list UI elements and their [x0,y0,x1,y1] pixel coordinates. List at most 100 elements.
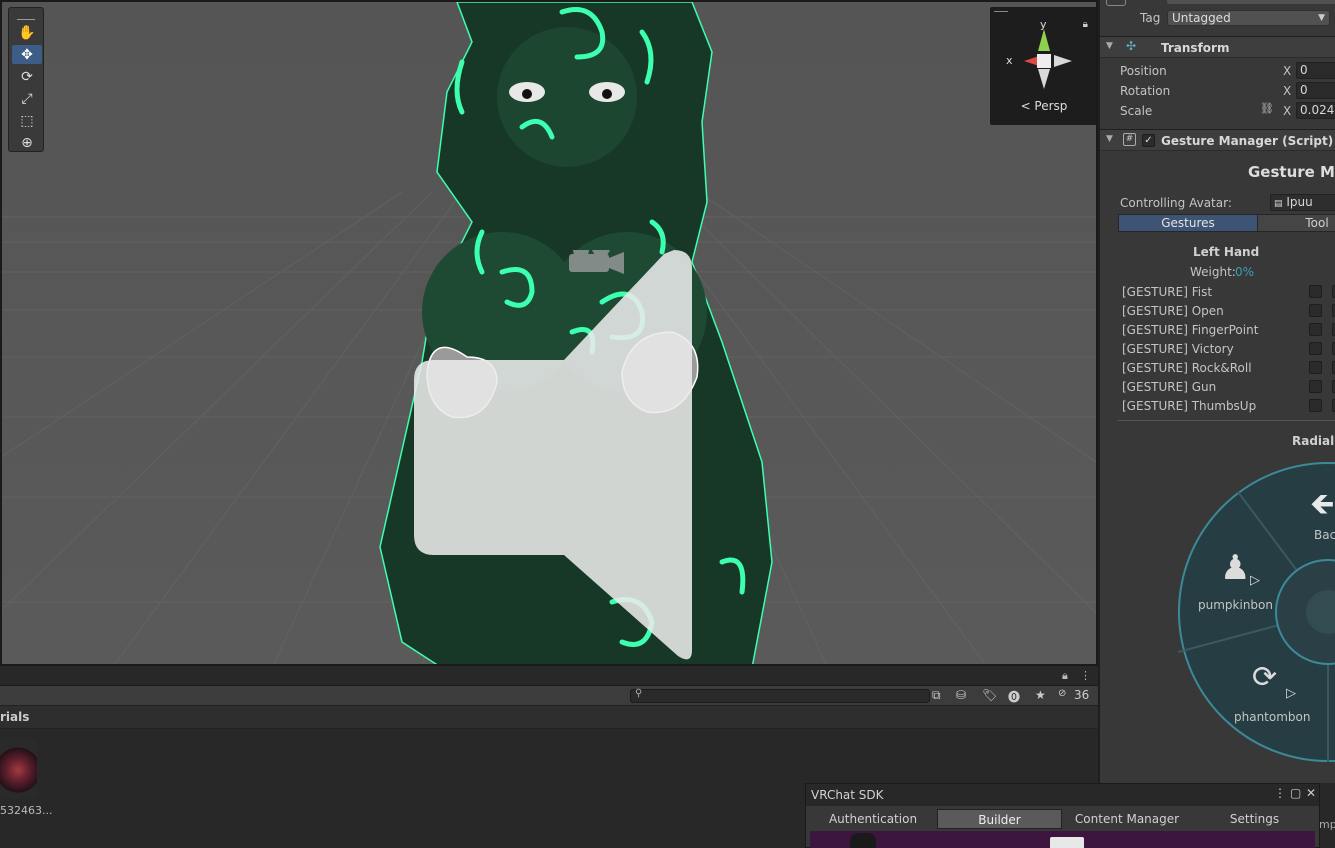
move-tool-button[interactable]: ✥ [12,45,42,64]
maximize-icon[interactable]: ▢ [1290,786,1301,800]
rotation-label: Rotation [1120,84,1171,98]
asset-label: 532463... [0,804,53,817]
log-type-icon[interactable]: ⓿ [1008,688,1020,705]
axis-gizmo-icon[interactable]: y x [990,7,1098,99]
radial-menu-heading: Radial M [1292,434,1335,448]
scene-view[interactable]: ✋ ✥ ⟳ ⤢ ⬚ ⊕ 🔒︎ y x < Persp [0,0,1098,666]
gesture-checkbox[interactable] [1309,285,1322,298]
inspector-panel: Tag Untagged ▼ ▼ ✣ Transform Position X … [1098,0,1335,783]
hidden-count: 36 [1074,688,1090,702]
gesture-label: [GESTURE] Fist [1122,285,1213,299]
rect-tool-button[interactable]: ⬚ [12,111,42,130]
hand-icon: ✋ [18,24,36,41]
chevron-down-icon: ▼ [1318,13,1325,23]
search-icon: ⚲ [635,688,643,699]
gesture-checkbox[interactable] [1309,323,1322,336]
hidden-packages-icon[interactable]: ⊘ [1058,688,1066,699]
gesture-checkbox[interactable] [1309,304,1322,317]
filter-by-label-icon[interactable]: 🏷︎ [982,688,997,702]
gesture-label: [GESTURE] FingerPoint [1122,323,1259,337]
scale-x-field[interactable]: 0.0242 [1296,102,1335,119]
sdk-banner-image [810,831,1315,848]
radial-item-phantombon[interactable]: phantombon [1234,710,1310,724]
tag-dropdown[interactable]: Untagged ▼ [1167,10,1330,26]
rotation-x-field[interactable]: 0 [1296,82,1335,99]
tab-content-manager[interactable]: Content Manager [1062,809,1192,829]
gameobject-icon [1106,0,1126,6]
position-x-field[interactable]: 0 [1296,62,1335,79]
more-options-icon[interactable]: ⋮ [1274,786,1286,800]
gesture-checkbox[interactable] [1309,380,1322,393]
left-hand-heading: Left Hand [1193,245,1260,259]
weight-value: 0% [1235,265,1255,279]
rotate-icon: ⟳ [21,68,33,85]
tab-authentication[interactable]: Authentication [809,809,937,829]
controlling-avatar-field[interactable]: ▤ Ipuu Bun [1270,194,1335,226]
layer-dropdown[interactable] [1167,0,1335,4]
foldout-arrow-icon[interactable]: ▼ [1106,41,1113,51]
tag-value: Untagged [1172,11,1231,25]
tab-tools[interactable]: Tool [1257,214,1335,232]
foldout-arrow-icon[interactable]: ▼ [1106,134,1113,144]
rect-icon: ⬚ [20,112,34,129]
tab-settings[interactable]: Settings [1192,809,1317,829]
toolbar-grip[interactable] [17,10,35,20]
radial-back-label: Bac [1314,528,1335,542]
gesture-checkbox[interactable] [1309,342,1322,355]
person-icon[interactable]: ♟︎ [1220,548,1250,588]
divider [1118,420,1335,421]
vrchat-sdk-window: VRChat SDK ⋮ ▢ ✕ Authentication Builder … [805,783,1335,848]
component-enabled-checkbox[interactable]: ✓ [1142,134,1155,147]
tag-label: Tag [1140,11,1161,25]
gesture-checkbox[interactable] [1309,399,1322,412]
gesture-label: [GESTURE] Rock&Roll [1122,361,1252,375]
cycle-icon[interactable]: ⟳ [1252,660,1277,695]
script-icon: # [1123,133,1136,146]
controlling-avatar-label: Controlling Avatar: [1120,196,1232,210]
transform-icon: ⊕ [21,134,33,151]
gesture-label: [GESTURE] ThumbsUp [1122,399,1257,413]
hand-tool-button[interactable]: ✋ [12,23,42,42]
favorites-icon[interactable]: ★ [1035,688,1046,702]
sdk-tabs: Authentication Builder Content Manager S… [809,809,1319,829]
sdk-side-text: mp [1319,818,1335,831]
project-toolbar: ⚲ ⧉ ⛁ 🏷︎ ⓿ ★ ⊘ 36 [0,686,1098,706]
gesture-label: [GESTURE] Gun [1122,380,1217,394]
move-icon: ✥ [21,46,33,63]
lock-icon[interactable]: 🔒︎ [1062,669,1068,683]
sdk-window-title: VRChat SDK [811,788,884,802]
persp-toggle[interactable]: < Persp [990,99,1096,113]
transform-header[interactable]: ▼ ✣ Transform [1100,36,1335,58]
project-search-input[interactable]: ⚲ [630,688,930,703]
more-options-icon[interactable]: ⋮ [1080,669,1091,682]
gesture-manager-heading: Gesture Man [1248,163,1335,181]
position-label: Position [1120,64,1167,78]
scene-tools-toolbar: ✋ ✥ ⟳ ⤢ ⬚ ⊕ [8,7,44,152]
filter-by-type-icon[interactable]: ⛁ [956,688,966,702]
close-icon[interactable]: ✕ [1306,786,1316,800]
gesture-checkbox[interactable] [1309,361,1322,374]
rotation-x-axis-label: X [1283,84,1292,98]
transform-tool-button[interactable]: ⊕ [12,133,42,152]
gesture-label: [GESTURE] Open [1122,304,1224,318]
submenu-arrow-icon: ▷ [1286,686,1296,701]
tab-gestures[interactable]: Gestures [1118,214,1258,232]
search-by-type-icon[interactable]: ⧉ [932,688,941,703]
file-icon: ▤ [1274,199,1283,209]
transform-icon: ✣ [1126,39,1137,53]
gesture-manager-header[interactable]: ▼ # ✓ Gesture Manager (Script) [1100,129,1335,151]
position-x-axis-label: X [1283,64,1292,78]
gizmo-x-label: x [1006,54,1013,67]
sdk-title-bar[interactable]: VRChat SDK ⋮ ▢ ✕ [806,784,1319,806]
orientation-gizmo[interactable]: 🔒︎ y x < Persp [990,7,1098,125]
back-arrow-icon[interactable]: 🡸 [1310,482,1334,533]
tab-builder[interactable]: Builder [937,809,1062,829]
link-icon[interactable]: ⛓︎ [1260,102,1274,115]
scale-tool-button[interactable]: ⤢ [12,89,42,108]
radial-item-pumpkinbon[interactable]: pumpkinbon [1198,598,1273,612]
rotate-tool-button[interactable]: ⟳ [12,67,42,86]
breadcrumb: rials [0,706,1098,729]
asset-thumbnail[interactable] [0,740,37,798]
gesture-label: [GESTURE] Victory [1122,342,1234,356]
transform-title: Transform [1161,41,1230,55]
